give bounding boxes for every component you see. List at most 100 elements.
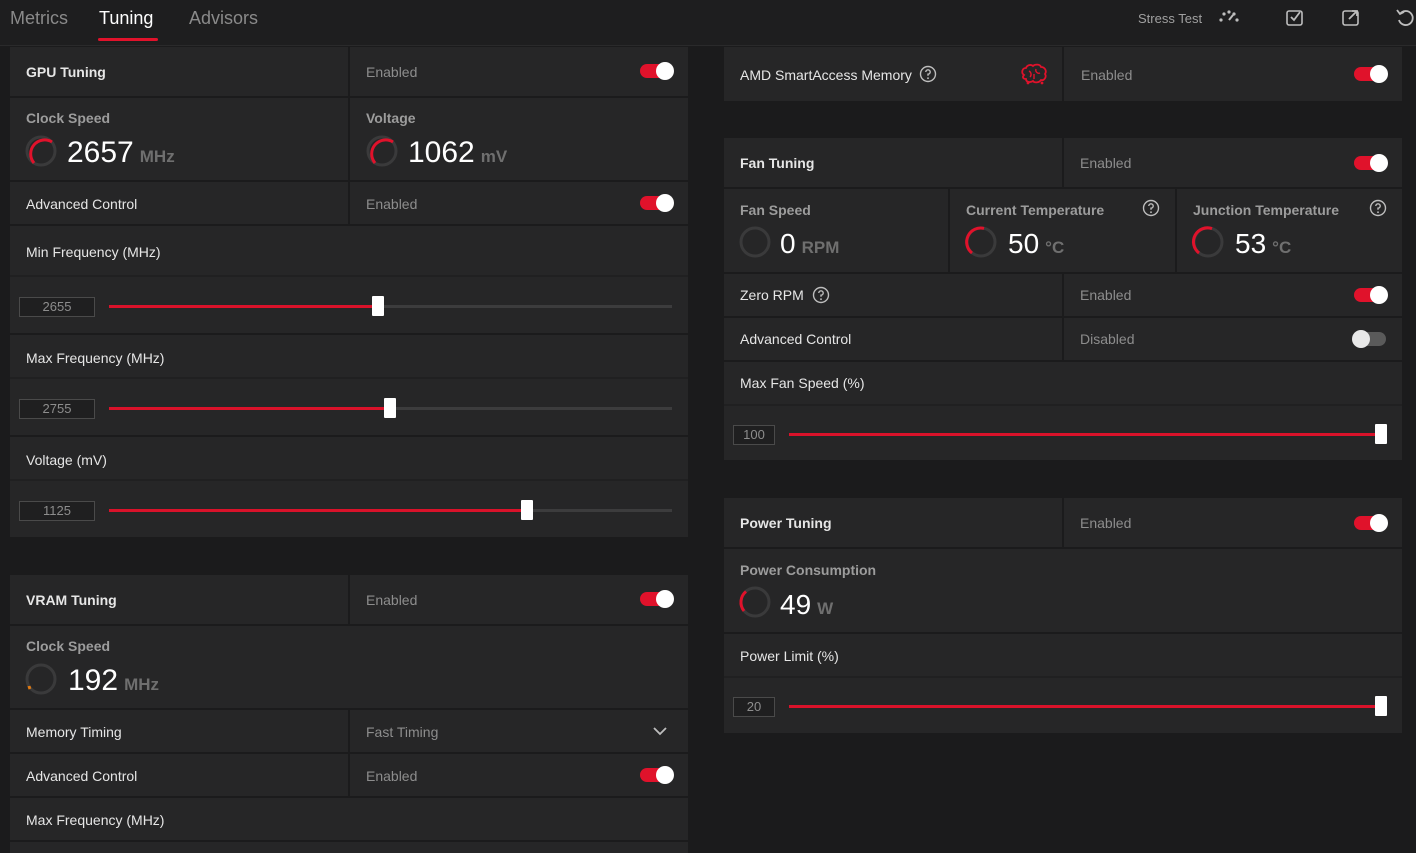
slider-thumb[interactable] <box>1375 696 1387 716</box>
smart-access-memory-toggle[interactable] <box>1354 65 1388 83</box>
max-fan-speed-input[interactable]: 100 <box>733 425 775 445</box>
vram-advanced-control-status: Enabled <box>366 768 418 784</box>
divider <box>10 275 688 277</box>
divider <box>724 404 1402 406</box>
gauge-icon <box>739 586 771 618</box>
divider <box>724 360 1402 362</box>
brain-icon <box>1021 63 1047 85</box>
fan-tuning-title: Fan Tuning <box>740 155 815 171</box>
power-tuning-status: Enabled <box>1080 515 1132 531</box>
zero-rpm-status: Enabled <box>1080 287 1132 303</box>
zero-rpm-toggle[interactable] <box>1354 286 1388 304</box>
reset-icon[interactable] <box>1394 6 1416 28</box>
divider <box>948 188 950 272</box>
divider <box>1062 498 1064 548</box>
fan-advanced-control-label: Advanced Control <box>740 331 852 347</box>
tab-metrics[interactable]: Metrics <box>10 8 68 29</box>
power-limit-slider[interactable] <box>789 696 1387 716</box>
divider <box>1062 47 1064 101</box>
vram-tuning-status: Enabled <box>366 592 418 608</box>
divider <box>348 575 350 625</box>
gauge-icon <box>366 135 398 167</box>
slider-thumb[interactable] <box>372 296 384 316</box>
min-frequency-slider[interactable] <box>109 296 672 316</box>
divider <box>10 377 688 379</box>
tab-advisors[interactable]: Advisors <box>189 8 258 29</box>
memory-timing-dropdown[interactable]: Fast Timing <box>366 724 438 740</box>
junction-temperature-title: Junction Temperature <box>1193 202 1339 218</box>
divider <box>10 752 688 754</box>
gpu-tuning-toggle[interactable] <box>640 62 674 80</box>
divider <box>10 435 688 437</box>
stress-test-button[interactable]: Stress Test <box>1138 11 1202 26</box>
divider <box>724 187 1402 189</box>
help-icon[interactable] <box>919 65 937 83</box>
vram-advanced-control-label: Advanced Control <box>26 768 138 784</box>
max-frequency-input[interactable]: 2755 <box>19 399 95 419</box>
divider <box>10 840 688 842</box>
help-icon[interactable] <box>1369 199 1387 217</box>
power-limit-input[interactable]: 20 <box>733 697 775 717</box>
power-consumption-title: Power Consumption <box>740 562 877 578</box>
gauge-icon <box>25 135 57 167</box>
fan-tuning-toggle[interactable] <box>1354 154 1388 172</box>
voltage-slider[interactable] <box>109 500 672 520</box>
fan-speed-value: 0 RPM <box>780 228 840 259</box>
current-temperature-title: Current Temperature <box>966 202 1105 218</box>
slider-thumb[interactable] <box>521 500 533 520</box>
divider <box>724 316 1402 318</box>
fan-tuning-status: Enabled <box>1080 155 1132 171</box>
junction-temperature-value: 53 °C <box>1235 228 1292 259</box>
divider <box>348 47 350 180</box>
fan-speed-title: Fan Speed <box>740 202 811 218</box>
power-tuning-panel: Power Tuning Enabled Power Consumption 4… <box>724 498 1402 733</box>
fan-tuning-panel: Fan Tuning Enabled Fan Speed 0 RPM Curren… <box>724 138 1402 460</box>
vram-clock-speed-title: Clock Speed <box>26 638 111 654</box>
divider <box>10 624 688 626</box>
chevron-down-icon[interactable] <box>652 725 668 737</box>
divider <box>1062 138 1064 188</box>
smart-access-memory-label: AMD SmartAccess Memory <box>740 67 912 83</box>
active-tab-indicator <box>98 38 158 41</box>
help-icon[interactable] <box>1142 199 1160 217</box>
export-icon[interactable] <box>1340 6 1362 28</box>
voltage-input[interactable]: 1125 <box>19 501 95 521</box>
fan-advanced-control-toggle[interactable] <box>1352 330 1386 348</box>
tab-tuning[interactable]: Tuning <box>99 8 153 29</box>
max-fan-speed-slider[interactable] <box>789 424 1387 444</box>
gauge-icon <box>25 663 57 695</box>
divider <box>724 676 1402 678</box>
voltage-slider-label: Voltage (mV) <box>26 452 107 468</box>
gpu-tuning-status: Enabled <box>366 64 418 80</box>
help-icon[interactable] <box>812 286 830 304</box>
stress-test-icon[interactable] <box>1218 6 1240 28</box>
vram-advanced-control-toggle[interactable] <box>640 766 674 784</box>
zero-rpm-label: Zero RPM <box>740 287 804 303</box>
smart-access-memory-panel: AMD SmartAccess Memory Enabled <box>724 47 1402 101</box>
gpu-advanced-control-toggle[interactable] <box>640 194 674 212</box>
divider <box>724 547 1402 549</box>
divider <box>10 96 688 98</box>
max-frequency-label: Max Frequency (MHz) <box>26 350 165 366</box>
power-consumption-value: 49 W <box>780 589 834 620</box>
gauge-icon <box>1191 226 1224 258</box>
top-bar: Metrics Tuning Advisors Stress Test <box>0 0 1416 46</box>
gauge-icon <box>739 226 771 258</box>
divider <box>10 224 688 226</box>
import-icon[interactable] <box>1284 6 1306 28</box>
power-tuning-title: Power Tuning <box>740 515 832 531</box>
gpu-clock-speed-title: Clock Speed <box>26 110 111 126</box>
gpu-advanced-control-status: Enabled <box>366 196 418 212</box>
gpu-voltage-title: Voltage <box>366 110 416 126</box>
vram-tuning-toggle[interactable] <box>640 590 674 608</box>
gpu-clock-speed-value: 2657 MHz <box>67 136 175 169</box>
vram-clock-speed-value: 192 MHz <box>68 664 160 697</box>
min-frequency-input[interactable]: 2655 <box>19 297 95 317</box>
power-tuning-toggle[interactable] <box>1354 514 1388 532</box>
slider-thumb[interactable] <box>384 398 396 418</box>
vram-max-frequency-label: Max Frequency (MHz) <box>26 812 165 828</box>
max-frequency-slider[interactable] <box>109 398 672 418</box>
divider <box>10 479 688 481</box>
slider-thumb[interactable] <box>1375 424 1387 444</box>
gauge-icon <box>965 226 997 258</box>
